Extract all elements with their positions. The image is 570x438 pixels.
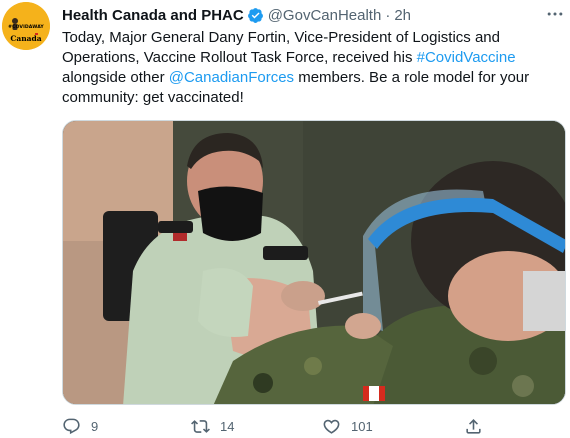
timestamp[interactable]: 2h (394, 7, 411, 24)
reply-count: 9 (91, 418, 99, 434)
share-icon (466, 418, 481, 434)
tweet[interactable]: #COVIDAWAY Canada Health Canada and PHAC… (0, 0, 570, 438)
mention-link[interactable]: @CanadianForces (169, 69, 294, 86)
tweet-photo[interactable] (62, 120, 566, 405)
tweet-line: Today, Major General Dany Fortin, Vice-P… (62, 29, 500, 46)
avatar-hashtag: #COVIDAWAY (8, 25, 44, 30)
retweet-count: 14 (220, 418, 235, 434)
like-count: 101 (351, 418, 373, 434)
handle[interactable]: @GovCanHealth (268, 7, 382, 24)
tweet-text: Today, Major General Dany Fortin, Vice-P… (62, 28, 532, 108)
action-bar: 9 14 101 (58, 414, 498, 438)
share-button[interactable] (464, 414, 483, 438)
tweet-line: alongside other @CanadianForces members.… (62, 68, 532, 88)
separator-dot: · (385, 6, 391, 24)
tweet-line: community: get vaccinated! (62, 89, 244, 106)
tweet-header: Health Canada and PHAC @GovCanHealth · 2… (62, 6, 411, 24)
photo-illustration (63, 121, 565, 404)
tweet-text-segment: Operations, Vaccine Rollout Task Force, … (62, 49, 417, 66)
tweet-text-segment: alongside other (62, 69, 169, 86)
display-name[interactable]: Health Canada and PHAC (62, 7, 244, 24)
more-options-icon[interactable] (545, 4, 565, 24)
tweet-text-segment: members. Be a role model for your (294, 69, 530, 86)
verified-badge-icon (247, 7, 263, 23)
like-button[interactable]: 101 (322, 414, 373, 438)
reply-icon (63, 418, 80, 434)
tweet-line: Operations, Vaccine Rollout Task Force, … (62, 48, 532, 68)
reply-button[interactable]: 9 (62, 414, 98, 438)
retweet-icon (191, 419, 210, 433)
like-icon (323, 419, 340, 434)
hashtag-link[interactable]: #CovidVaccine (417, 49, 516, 66)
avatar[interactable]: #COVIDAWAY Canada (2, 2, 50, 50)
avatar-wordmark: Canada (10, 34, 42, 43)
retweet-button[interactable]: 14 (191, 414, 234, 438)
